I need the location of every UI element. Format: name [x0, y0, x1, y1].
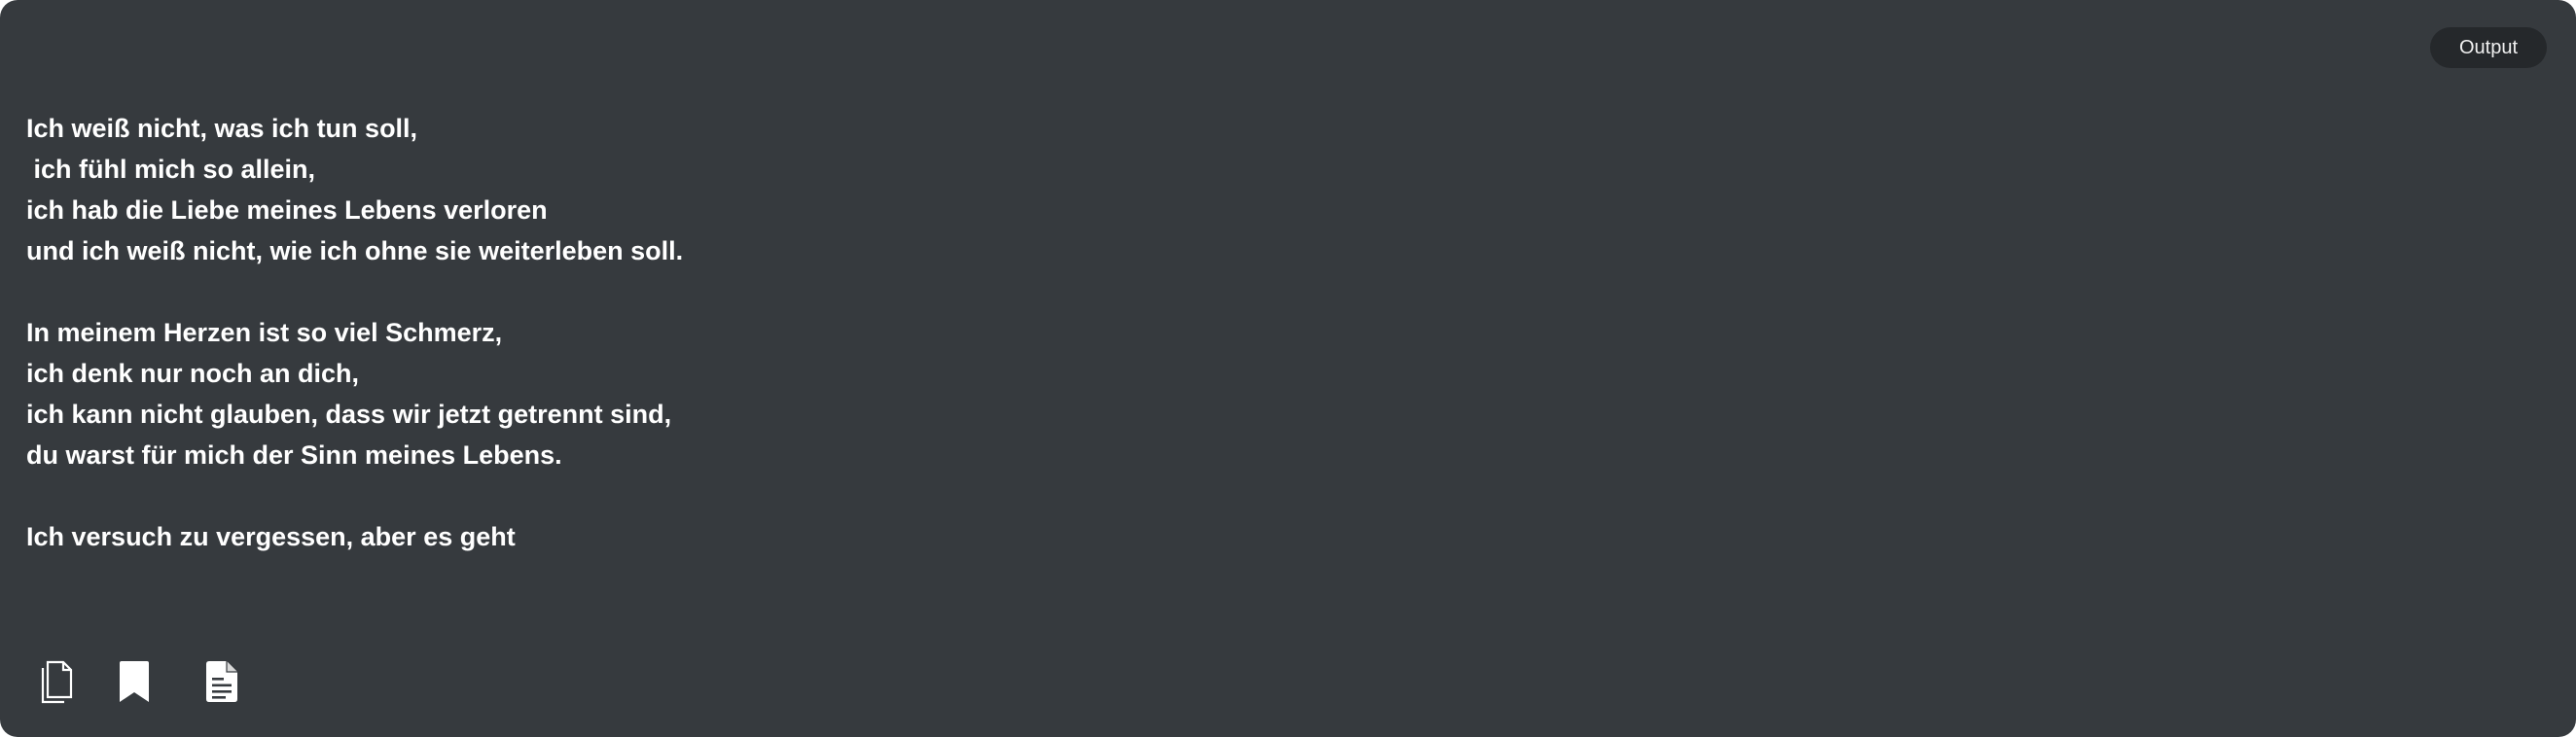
stanza-1: Ich weiß nicht, was ich tun soll, ich fü…	[26, 108, 2361, 271]
poem-text: Ich weiß nicht, was ich tun soll, ich fü…	[26, 108, 2361, 598]
poem-line: ich kann nicht glauben, dass wir jetzt g…	[26, 400, 672, 429]
poem-line: Ich weiß nicht, was ich tun soll,	[26, 114, 418, 143]
poem-line: ich denk nur noch an dich,	[26, 359, 360, 388]
copy-icon	[39, 659, 74, 704]
output-panel: Output Ich weiß nicht, was ich tun soll,…	[0, 0, 2576, 737]
document-icon	[205, 660, 238, 703]
bookmark-icon	[118, 660, 151, 703]
bookmark-button[interactable]	[113, 657, 156, 706]
document-button[interactable]	[200, 657, 243, 706]
output-badge: Output	[2430, 27, 2547, 68]
poem-line: ich fühl mich so allein,	[26, 155, 316, 184]
stanza-3: Ich versuch zu vergessen, aber es geht	[26, 516, 2361, 557]
poem-line: und ich weiß nicht, wie ich ohne sie wei…	[26, 236, 684, 265]
poem-line: Ich versuch zu vergessen, aber es geht	[26, 522, 516, 551]
poem-line: ich hab die Liebe meines Lebens verloren	[26, 195, 548, 225]
poem-line: In meinem Herzen ist so viel Schmerz,	[26, 318, 503, 347]
copy-button[interactable]	[35, 657, 78, 706]
stanza-2: In meinem Herzen ist so viel Schmerz, ic…	[26, 312, 2361, 475]
poem-line: du warst für mich der Sinn meines Lebens…	[26, 440, 562, 470]
